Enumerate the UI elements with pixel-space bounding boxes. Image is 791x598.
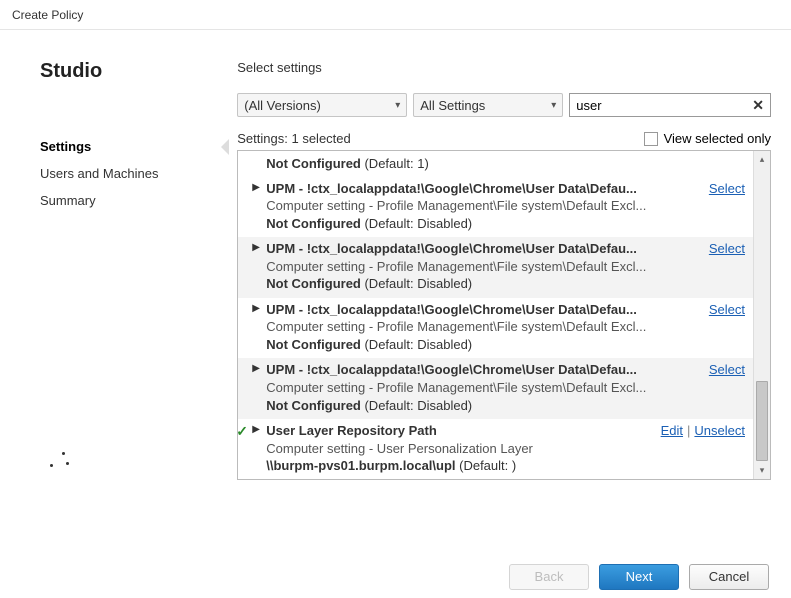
count-value: 1 selected xyxy=(291,131,350,146)
expand-icon[interactable]: ▶ xyxy=(252,241,260,255)
nav-label: Settings xyxy=(40,139,91,154)
nav-settings[interactable]: Settings xyxy=(40,133,227,160)
expand-icon[interactable]: ▶ xyxy=(252,362,260,376)
setting-status: Not Configured (Default: 1) xyxy=(266,155,747,173)
check-icon: ✓ xyxy=(238,422,248,441)
edit-link[interactable]: Edit xyxy=(661,423,683,438)
expand-icon[interactable]: ▶ xyxy=(252,302,260,316)
row-actions: Select xyxy=(709,180,745,198)
filter-row: (All Versions) ▾ All Settings ▾ ✕ xyxy=(237,93,771,117)
count-row: Settings: 1 selected View selected only xyxy=(237,131,771,146)
setting-sub: Computer setting - User Personalization … xyxy=(266,440,747,458)
chevron-down-icon: ▾ xyxy=(395,100,400,111)
wizard-buttons: Back Next Cancel xyxy=(509,564,769,590)
setting-status: Not Configured (Default: Disabled) xyxy=(266,215,747,233)
nav-users-machines[interactable]: Users and Machines xyxy=(40,160,227,187)
chevron-down-icon: ▾ xyxy=(551,100,556,111)
search-input[interactable] xyxy=(576,98,752,113)
scroll-down-icon[interactable]: ▾ xyxy=(754,462,770,479)
wizard-nav: Settings Users and Machines Summary xyxy=(40,133,227,214)
setting-row[interactable]: ▶ Select UPM - !ctx_localappdata!\Google… xyxy=(238,177,753,238)
setting-row[interactable]: ▶ Select UPM - !ctx_localappdata!\Google… xyxy=(238,358,753,419)
row-actions: Edit | Unselect xyxy=(661,422,745,440)
versions-dropdown-label: (All Versions) xyxy=(244,98,321,113)
row-actions: Select xyxy=(709,361,745,379)
select-link[interactable]: Select xyxy=(709,302,745,317)
view-selected-checkbox[interactable] xyxy=(644,132,658,146)
search-box: ✕ xyxy=(569,93,771,117)
action-sep: | xyxy=(687,423,690,438)
setting-row[interactable]: ▶ Select UPM - !ctx_localappdata!\Google… xyxy=(238,237,753,298)
setting-status: Not Configured (Default: Disabled) xyxy=(266,336,747,354)
count-prefix: Settings: xyxy=(237,131,288,146)
settings-list-body: Not Configured (Default: 1) ▶ Select UPM… xyxy=(238,151,753,479)
setting-sub: Computer setting - Profile Management\Fi… xyxy=(266,258,747,276)
setting-status: \\burpm-pvs01.burpm.local\upl (Default: … xyxy=(266,457,747,475)
content: Select settings (All Versions) ▾ All Set… xyxy=(227,30,791,560)
versions-dropdown[interactable]: (All Versions) ▾ xyxy=(237,93,407,117)
expand-icon[interactable]: ▶ xyxy=(252,423,260,437)
setting-title: UPM - !ctx_localappdata!\Google\Chrome\U… xyxy=(266,361,747,379)
cancel-button[interactable]: Cancel xyxy=(689,564,769,590)
settings-list: Not Configured (Default: 1) ▶ Select UPM… xyxy=(237,150,771,480)
scroll-up-icon[interactable]: ▴ xyxy=(754,151,770,168)
setting-sub: Computer setting - Profile Management\Fi… xyxy=(266,197,747,215)
setting-status: Not Configured (Default: Disabled) xyxy=(266,397,747,415)
select-link[interactable]: Select xyxy=(709,181,745,196)
scroll-thumb[interactable] xyxy=(756,381,768,461)
setting-row[interactable]: ▶ Select UPM - !ctx_localappdata!\Google… xyxy=(238,298,753,359)
setting-status: Not Configured (Default: Disabled) xyxy=(266,275,747,293)
content-header: Select settings xyxy=(237,60,771,75)
clear-search-icon[interactable]: ✕ xyxy=(752,97,764,114)
row-actions: Select xyxy=(709,240,745,258)
setting-row[interactable]: Not Configured (Default: 1) xyxy=(238,151,753,177)
view-selected-label: View selected only xyxy=(664,131,771,146)
next-button[interactable]: Next xyxy=(599,564,679,590)
settings-count: Settings: 1 selected xyxy=(237,131,350,146)
scope-dropdown-label: All Settings xyxy=(420,98,485,113)
row-actions: Select xyxy=(709,301,745,319)
view-selected-wrap: View selected only xyxy=(644,131,771,146)
back-button: Back xyxy=(509,564,589,590)
setting-row[interactable]: ✓ ▶ Edit|Unselect User Layer Repository … xyxy=(238,419,753,479)
scope-dropdown[interactable]: All Settings ▾ xyxy=(413,93,563,117)
main: Studio Settings Users and Machines Summa… xyxy=(0,30,791,560)
setting-sub: Computer setting - Profile Management\Fi… xyxy=(266,379,747,397)
unselect-link[interactable]: Unselect xyxy=(694,423,745,438)
scrollbar[interactable]: ▴ ▾ xyxy=(753,151,770,479)
sidebar: Studio Settings Users and Machines Summa… xyxy=(0,30,227,560)
select-link[interactable]: Select xyxy=(709,362,745,377)
setting-title: UPM - !ctx_localappdata!\Google\Chrome\U… xyxy=(266,180,747,198)
select-link[interactable]: Select xyxy=(709,241,745,256)
setting-sub: Computer setting - Profile Management\Fi… xyxy=(266,318,747,336)
setting-title: UPM - !ctx_localappdata!\Google\Chrome\U… xyxy=(266,240,747,258)
studio-title: Studio xyxy=(40,60,227,83)
expand-icon[interactable]: ▶ xyxy=(252,181,260,195)
nav-summary[interactable]: Summary xyxy=(40,187,227,214)
window-title: Create Policy xyxy=(0,0,791,30)
loading-dots-icon xyxy=(50,450,70,470)
setting-title: UPM - !ctx_localappdata!\Google\Chrome\U… xyxy=(266,301,747,319)
